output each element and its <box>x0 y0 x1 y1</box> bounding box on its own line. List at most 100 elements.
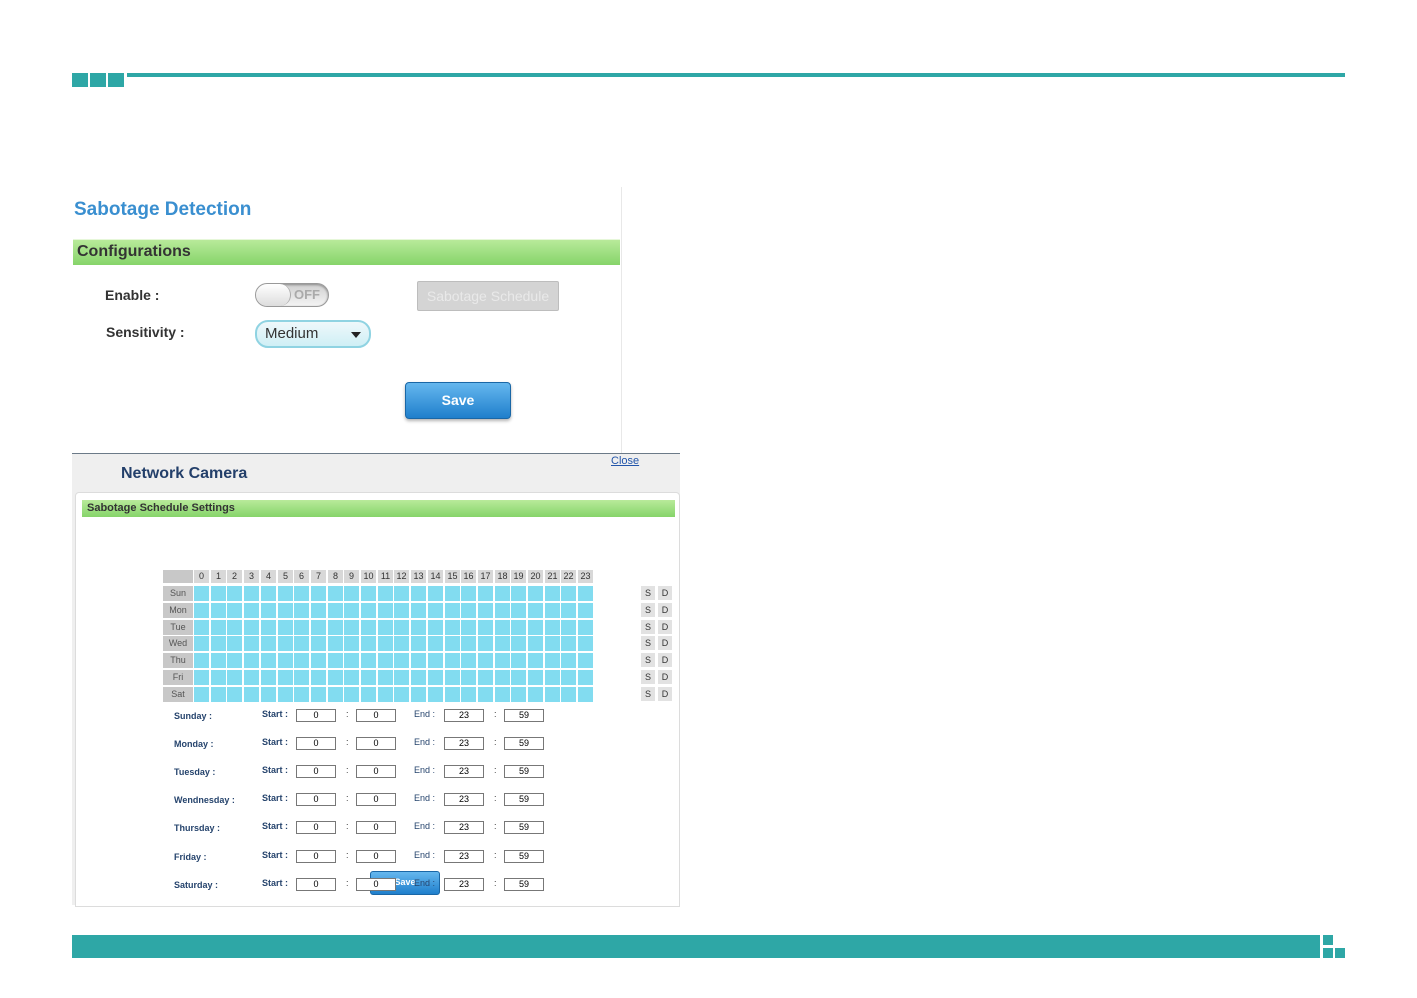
schedule-cell[interactable] <box>311 603 326 618</box>
schedule-cell[interactable] <box>578 620 593 635</box>
schedule-cell[interactable] <box>528 687 543 702</box>
schedule-cell[interactable] <box>461 670 476 685</box>
save-button[interactable]: Save <box>405 382 511 419</box>
schedule-cell[interactable] <box>545 620 560 635</box>
schedule-cell[interactable] <box>461 620 476 635</box>
schedule-cell[interactable] <box>411 687 426 702</box>
schedule-cell[interactable] <box>394 603 409 618</box>
schedule-cell[interactable] <box>361 670 376 685</box>
schedule-cell[interactable] <box>278 603 293 618</box>
schedule-cell[interactable] <box>445 603 460 618</box>
end-hour-input[interactable]: 23 <box>444 821 484 834</box>
schedule-cell[interactable] <box>294 620 309 635</box>
schedule-cell[interactable] <box>294 687 309 702</box>
schedule-cell[interactable] <box>578 687 593 702</box>
schedule-cell[interactable] <box>294 653 309 668</box>
schedule-cell[interactable] <box>328 687 343 702</box>
schedule-cell[interactable] <box>411 586 426 601</box>
schedule-cell[interactable] <box>561 586 576 601</box>
schedule-cell[interactable] <box>561 670 576 685</box>
schedule-cell[interactable] <box>445 586 460 601</box>
schedule-cell[interactable] <box>311 653 326 668</box>
schedule-cell[interactable] <box>378 586 393 601</box>
schedule-cell[interactable] <box>294 636 309 651</box>
hour-header[interactable]: 17 <box>478 570 493 583</box>
day-header[interactable]: Sun <box>163 586 193 601</box>
schedule-cell[interactable] <box>511 670 526 685</box>
end-hour-input[interactable]: 23 <box>444 709 484 722</box>
schedule-cell[interactable] <box>495 687 510 702</box>
schedule-cell[interactable] <box>545 653 560 668</box>
schedule-cell[interactable] <box>227 603 242 618</box>
schedule-cell[interactable] <box>211 586 226 601</box>
schedule-cell[interactable] <box>361 620 376 635</box>
schedule-cell[interactable] <box>394 687 409 702</box>
schedule-cell[interactable] <box>344 586 359 601</box>
schedule-cell[interactable] <box>511 687 526 702</box>
schedule-cell[interactable] <box>261 636 276 651</box>
schedule-cell[interactable] <box>227 687 242 702</box>
start-minute-input[interactable]: 0 <box>356 878 396 891</box>
hour-header[interactable]: 12 <box>394 570 409 583</box>
day-header[interactable]: Thu <box>163 653 193 668</box>
end-minute-input[interactable]: 59 <box>504 765 544 778</box>
schedule-cell[interactable] <box>378 620 393 635</box>
sabotage-schedule-button[interactable]: Sabotage Schedule <box>417 281 559 311</box>
end-minute-input[interactable]: 59 <box>504 709 544 722</box>
hour-header[interactable]: 4 <box>261 570 276 583</box>
schedule-cell[interactable] <box>278 636 293 651</box>
schedule-cell[interactable] <box>478 620 493 635</box>
schedule-cell[interactable] <box>478 636 493 651</box>
schedule-cell[interactable] <box>411 620 426 635</box>
schedule-cell[interactable] <box>394 670 409 685</box>
schedule-cell[interactable] <box>194 687 209 702</box>
schedule-cell[interactable] <box>194 670 209 685</box>
schedule-cell[interactable] <box>578 636 593 651</box>
hour-header[interactable]: 2 <box>227 570 242 583</box>
schedule-cell[interactable] <box>445 653 460 668</box>
schedule-cell[interactable] <box>495 620 510 635</box>
schedule-cell[interactable] <box>528 586 543 601</box>
start-minute-input[interactable]: 0 <box>356 793 396 806</box>
schedule-cell[interactable] <box>428 653 443 668</box>
schedule-cell[interactable] <box>328 670 343 685</box>
schedule-cell[interactable] <box>211 620 226 635</box>
hour-header[interactable]: 11 <box>378 570 393 583</box>
deselect-day-button[interactable]: D <box>658 653 672 667</box>
schedule-cell[interactable] <box>411 653 426 668</box>
start-hour-input[interactable]: 0 <box>296 878 336 891</box>
hour-header[interactable]: 19 <box>511 570 526 583</box>
end-minute-input[interactable]: 59 <box>504 850 544 863</box>
schedule-cell[interactable] <box>361 653 376 668</box>
schedule-cell[interactable] <box>511 586 526 601</box>
schedule-cell[interactable] <box>511 603 526 618</box>
end-minute-input[interactable]: 59 <box>504 878 544 891</box>
schedule-cell[interactable] <box>561 603 576 618</box>
schedule-cell[interactable] <box>244 586 259 601</box>
schedule-cell[interactable] <box>227 653 242 668</box>
schedule-cell[interactable] <box>495 586 510 601</box>
start-hour-input[interactable]: 0 <box>296 765 336 778</box>
schedule-cell[interactable] <box>545 603 560 618</box>
schedule-cell[interactable] <box>528 670 543 685</box>
schedule-cell[interactable] <box>445 620 460 635</box>
schedule-cell[interactable] <box>411 603 426 618</box>
schedule-cell[interactable] <box>478 586 493 601</box>
schedule-cell[interactable] <box>394 620 409 635</box>
day-header[interactable]: Tue <box>163 620 193 635</box>
schedule-cell[interactable] <box>261 603 276 618</box>
schedule-cell[interactable] <box>428 603 443 618</box>
schedule-cell[interactable] <box>394 586 409 601</box>
schedule-cell[interactable] <box>478 687 493 702</box>
schedule-cell[interactable] <box>311 620 326 635</box>
schedule-cell[interactable] <box>378 636 393 651</box>
end-minute-input[interactable]: 59 <box>504 737 544 750</box>
end-hour-input[interactable]: 23 <box>444 737 484 750</box>
day-header[interactable]: Sat <box>163 687 193 702</box>
hour-header[interactable]: 10 <box>361 570 376 583</box>
schedule-cell[interactable] <box>261 586 276 601</box>
schedule-cell[interactable] <box>545 586 560 601</box>
schedule-cell[interactable] <box>261 670 276 685</box>
day-header[interactable]: Fri <box>163 670 193 685</box>
end-hour-input[interactable]: 23 <box>444 793 484 806</box>
